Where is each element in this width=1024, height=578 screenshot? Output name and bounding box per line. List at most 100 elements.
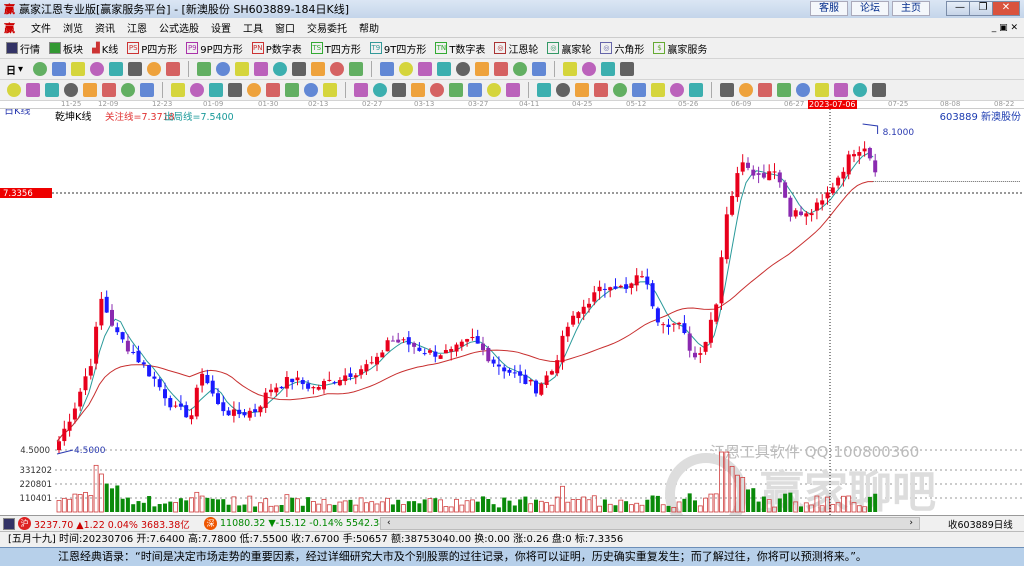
kline-button[interactable]: ▟ K线 (92, 41, 118, 56)
tool-icon-9[interactable] (216, 62, 231, 76)
link-kefu[interactable]: 客服 (810, 1, 848, 16)
tool-icon-32[interactable] (651, 83, 665, 97)
tool-icon-14[interactable] (311, 62, 326, 76)
sector-button[interactable]: 板块 (49, 41, 83, 56)
tool-icon-29[interactable] (620, 62, 635, 76)
scroll-right[interactable]: › (909, 518, 913, 529)
tool-icon-4[interactable] (83, 83, 97, 97)
tool-icon-16[interactable] (349, 62, 364, 76)
tool-8[interactable]: ◎ 六角形 (600, 41, 644, 56)
tool-icon-2[interactable] (45, 83, 59, 97)
tool-icon-42[interactable] (853, 83, 867, 97)
menu-gann[interactable]: 江恩 (127, 20, 147, 35)
tool-icon-0[interactable] (7, 83, 21, 97)
tool-icon-17[interactable] (380, 62, 395, 76)
tool-icon-3[interactable] (90, 62, 105, 76)
tool-icon-21[interactable] (456, 62, 471, 76)
tool-icon-18[interactable] (399, 62, 414, 76)
period-select[interactable]: 日 ▾ (6, 62, 23, 77)
tool-icon-20[interactable] (437, 62, 452, 76)
tool-4[interactable]: T9 9T四方形 (369, 41, 426, 56)
tool-0[interactable]: PS P四方形 (127, 41, 177, 56)
menu-tools[interactable]: 工具 (243, 20, 263, 35)
tool-icon-10[interactable] (209, 83, 223, 97)
tool-icon-30[interactable] (613, 83, 627, 97)
tool-icon-1[interactable] (52, 62, 67, 76)
link-home[interactable]: 主页 (892, 1, 930, 16)
tool-icon-34[interactable] (689, 83, 703, 97)
menu-browse[interactable]: 浏览 (63, 20, 83, 35)
link-forum[interactable]: 论坛 (851, 1, 889, 16)
tool-icon-13[interactable] (292, 62, 307, 76)
tool-icon-40[interactable] (815, 83, 829, 97)
tool-icon-28[interactable] (601, 62, 616, 76)
close-button[interactable]: ✕ (992, 1, 1020, 16)
tool-icon-33[interactable] (670, 83, 684, 97)
horizontal-scrollbar[interactable]: ‹ › (380, 517, 920, 530)
tool-icon-22[interactable] (475, 62, 490, 76)
tool-icon-15[interactable] (304, 83, 318, 97)
menu-trade[interactable]: 交易委托 (307, 20, 347, 35)
tool-icon-27[interactable] (582, 62, 597, 76)
tool-3[interactable]: TS T四方形 (310, 41, 361, 56)
tool-icon-18[interactable] (373, 83, 387, 97)
menu-file[interactable]: 文件 (31, 20, 51, 35)
tool-icon-15[interactable] (330, 62, 345, 76)
menu-settings[interactable]: 设置 (211, 20, 231, 35)
tool-icon-28[interactable] (575, 83, 589, 97)
tool-icon-14[interactable] (285, 83, 299, 97)
tool-icon-31[interactable] (632, 83, 646, 97)
tool-icon-38[interactable] (777, 83, 791, 97)
tool-icon-6[interactable] (147, 62, 162, 76)
tool-9[interactable]: $ 赢家服务 (653, 41, 707, 56)
tool-icon-24[interactable] (487, 83, 501, 97)
tool-icon-8[interactable] (171, 83, 185, 97)
tool-icon-39[interactable] (796, 83, 810, 97)
tool-icon-22[interactable] (449, 83, 463, 97)
tool-2[interactable]: PN P数字表 (251, 41, 302, 56)
tool-icon-5[interactable] (128, 62, 143, 76)
tool-icon-10[interactable] (235, 62, 250, 76)
tool-7[interactable]: ◎ 赢家轮 (547, 41, 591, 56)
tool-icon-11[interactable] (254, 62, 269, 76)
tool-icon-29[interactable] (594, 83, 608, 97)
tool-icon-25[interactable] (532, 62, 547, 76)
tool-icon-12[interactable] (273, 62, 288, 76)
tool-icon-26[interactable] (537, 83, 551, 97)
scroll-left[interactable]: ‹ (387, 518, 391, 529)
tool-icon-0[interactable] (33, 62, 48, 76)
calculator-icon[interactable] (3, 517, 15, 530)
tool-icon-7[interactable] (140, 83, 154, 97)
tool-icon-17[interactable] (354, 83, 368, 97)
tool-icon-24[interactable] (513, 62, 528, 76)
tool-icon-16[interactable] (323, 83, 337, 97)
tool-icon-2[interactable] (71, 62, 86, 76)
tool-icon-19[interactable] (392, 83, 406, 97)
kline-chart[interactable]: 3312022208011104014.50007.3356日K线乾坤K线 关注线… (0, 109, 1024, 515)
tool-icon-37[interactable] (758, 83, 772, 97)
tool-icon-11[interactable] (228, 83, 242, 97)
quote-button[interactable]: 行情 (6, 41, 40, 56)
tool-icon-36[interactable] (739, 83, 753, 97)
tool-icon-20[interactable] (411, 83, 425, 97)
tool-icon-7[interactable] (166, 62, 181, 76)
tool-icon-23[interactable] (468, 83, 482, 97)
tool-icon-43[interactable] (872, 83, 886, 97)
tool-5[interactable]: TN T数字表 (435, 41, 485, 56)
tool-icon-6[interactable] (121, 83, 135, 97)
tool-icon-41[interactable] (834, 83, 848, 97)
tool-icon-23[interactable] (494, 62, 509, 76)
tool-icon-25[interactable] (506, 83, 520, 97)
menu-help[interactable]: 帮助 (359, 20, 379, 35)
tool-icon-12[interactable] (247, 83, 261, 97)
menu-news[interactable]: 资讯 (95, 20, 115, 35)
tool-1[interactable]: P9 9P四方形 (186, 41, 243, 56)
tool-icon-8[interactable] (197, 62, 212, 76)
tool-icon-26[interactable] (563, 62, 578, 76)
tool-icon-9[interactable] (190, 83, 204, 97)
tool-icon-5[interactable] (102, 83, 116, 97)
mdi-controls[interactable]: _ ▣ ✕ (992, 23, 1018, 33)
tool-icon-27[interactable] (556, 83, 570, 97)
tool-icon-19[interactable] (418, 62, 433, 76)
tool-icon-35[interactable] (720, 83, 734, 97)
